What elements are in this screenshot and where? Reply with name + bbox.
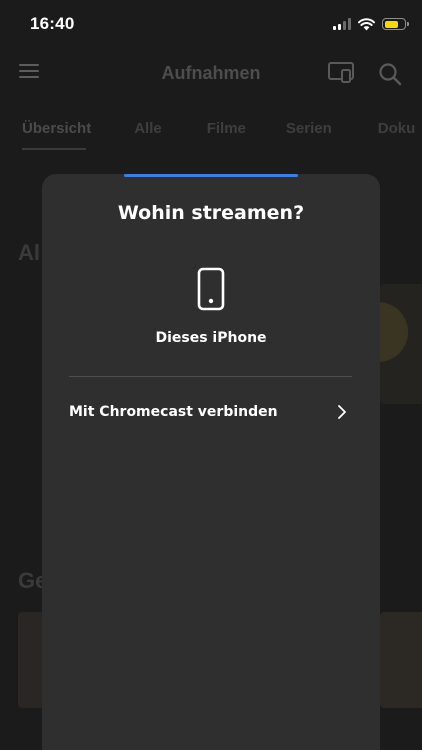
status-bar: 16:40	[0, 0, 422, 48]
tab-bar: Übersicht Alle Filme Serien Doku	[22, 120, 415, 137]
tab-alle[interactable]: Alle	[134, 120, 162, 137]
app-header: Aufnahmen	[0, 48, 422, 104]
cellular-signal-icon	[333, 18, 351, 30]
app-title: Aufnahmen	[161, 63, 261, 83]
wifi-icon	[358, 17, 375, 30]
divider	[69, 376, 352, 377]
content-card[interactable]	[380, 612, 422, 708]
section-heading-top: Al	[18, 240, 40, 265]
phone-icon	[197, 267, 225, 311]
tab-doku[interactable]: Doku	[378, 120, 416, 137]
tab-filme[interactable]: Filme	[207, 120, 246, 137]
sheet-drag-indicator[interactable]	[124, 174, 298, 177]
cast-icon[interactable]	[328, 62, 354, 84]
stream-target-sheet: Wohin streamen? Dieses iPhone Mit Chrome…	[42, 174, 380, 750]
tab-uebersicht[interactable]: Übersicht	[22, 120, 91, 137]
screen: Aufnahmen Übersicht Alle Filme Serien Do…	[0, 0, 422, 750]
sheet-title: Wohin streamen?	[117, 202, 305, 224]
battery-icon	[382, 18, 409, 30]
search-icon[interactable]	[378, 62, 402, 86]
status-icons	[333, 16, 409, 32]
chromecast-label: Mit Chromecast verbinden	[69, 404, 278, 420]
status-time: 16:40	[30, 14, 75, 33]
device-option-this-iphone[interactable]: Dieses iPhone	[42, 262, 380, 362]
active-tab-indicator	[22, 148, 86, 150]
tab-serien[interactable]: Serien	[286, 120, 332, 137]
device-label: Dieses iPhone	[155, 330, 267, 346]
battery-level	[384, 20, 398, 28]
connect-chromecast-button[interactable]: Mit Chromecast verbinden	[69, 392, 352, 432]
chevron-right-icon	[338, 405, 346, 419]
